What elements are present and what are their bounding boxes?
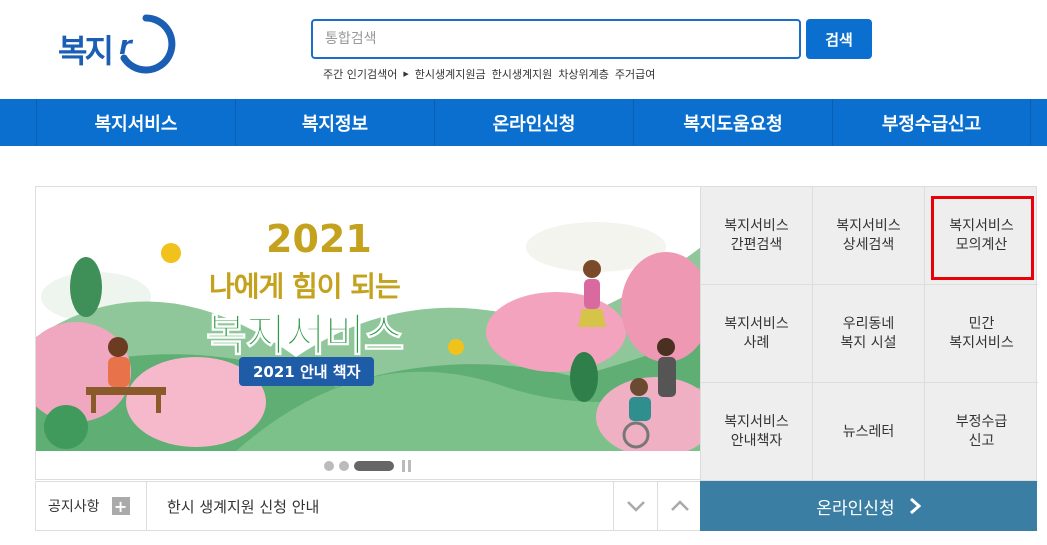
quick-menu: 복지서비스 간편검색 복지서비스 상세검색 복지서비스 모의계산 복지서비스 사…: [700, 186, 1038, 482]
popular-keyword[interactable]: 한시생계지원: [492, 66, 553, 82]
logo-ro-mark-icon: r: [119, 14, 176, 74]
nav-item-welfare-service[interactable]: 복지서비스: [36, 99, 235, 146]
main-banner[interactable]: 2021 나에게 힘이 되는 복지서비스 2021 안내 책자: [35, 186, 701, 480]
quick-cases[interactable]: 복지서비스 사례: [701, 285, 813, 383]
notice-label: 공지사항: [48, 499, 100, 515]
nav-item-help-request[interactable]: 복지도움요청: [633, 99, 832, 146]
slide-dot[interactable]: [338, 461, 349, 471]
banner-badge: 2021 안내 책자: [239, 357, 375, 386]
quick-detail-search[interactable]: 복지서비스 상세검색: [813, 187, 925, 285]
notice-text[interactable]: 한시 생계지원 신청 안내: [147, 496, 613, 517]
chevron-down-icon[interactable]: [613, 482, 657, 530]
popular-keywords: 주간 인기검색어 ▶ 한시생계지원금 한시생계지원 차상위계층 주거급여: [323, 66, 655, 82]
chevron-up-icon[interactable]: [657, 482, 701, 530]
quick-newsletter[interactable]: 뉴스레터: [813, 383, 925, 482]
banner-title: 복지서비스: [205, 310, 404, 362]
popular-keyword[interactable]: 한시생계지원금: [415, 66, 486, 82]
quick-local-facilities[interactable]: 우리동네 복지 시설: [813, 285, 925, 383]
search-input[interactable]: [313, 21, 799, 57]
nav-item-welfare-info[interactable]: 복지정보: [235, 99, 434, 146]
banner-year: 2021: [266, 217, 372, 261]
chevron-right-icon: [909, 497, 921, 515]
plus-icon[interactable]: +: [111, 497, 130, 516]
triangle-right-icon: ▶: [403, 70, 409, 78]
main-nav: 복지서비스 복지정보 온라인신청 복지도움요청 부정수급신고: [0, 99, 1047, 146]
svg-text:r: r: [119, 31, 134, 61]
popular-label: 주간 인기검색어: [323, 68, 398, 81]
online-apply-label: 온라인신청: [816, 498, 895, 519]
pause-icon[interactable]: [401, 460, 414, 472]
notice-label-box: 공지사항 +: [36, 482, 147, 530]
quick-private-welfare[interactable]: 민간 복지서비스: [925, 285, 1038, 383]
slide-dot-active[interactable]: [353, 461, 394, 471]
nav-item-online-apply[interactable]: 온라인신청: [434, 99, 633, 146]
site-logo[interactable]: 복지 r: [58, 12, 178, 74]
quick-guidebook[interactable]: 복지서비스 안내책자: [701, 383, 813, 482]
slide-dot[interactable]: [323, 461, 334, 471]
quick-mock-calculation[interactable]: 복지서비스 모의계산: [925, 187, 1038, 285]
quick-fraud-report[interactable]: 부정수급 신고: [925, 383, 1038, 482]
nav-item-fraud-report[interactable]: 부정수급신고: [832, 99, 1031, 146]
notice-bar: 공지사항 + 한시 생계지원 신청 안내: [35, 481, 701, 531]
slide-indicator: [36, 451, 701, 479]
popular-keyword[interactable]: 주거급여: [615, 66, 655, 82]
search-box: [311, 19, 801, 59]
logo-text: 복지: [58, 32, 114, 70]
popular-keyword[interactable]: 차상위계층: [558, 66, 609, 82]
online-apply-button[interactable]: 온라인신청: [700, 481, 1037, 531]
search-button[interactable]: 검색: [806, 19, 872, 59]
quick-simple-search[interactable]: 복지서비스 간편검색: [701, 187, 813, 285]
